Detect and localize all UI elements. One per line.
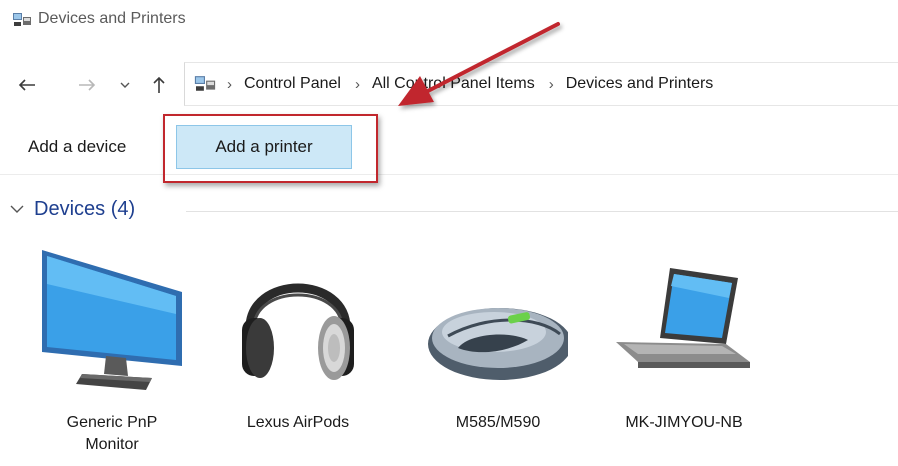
address-bar[interactable]: › Control Panel › All Control Panel Item… (184, 62, 898, 106)
breadcrumb-control-panel[interactable]: Control Panel (244, 75, 341, 93)
headphones-icon (242, 283, 354, 380)
device-item[interactable]: MK-JIMYOU-NB (614, 244, 754, 466)
breadcrumb-separator: › (548, 75, 554, 93)
devices-printers-icon (13, 13, 31, 26)
add-printer-button[interactable]: Add a printer (176, 125, 352, 169)
forward-button[interactable] (74, 74, 100, 96)
group-header-devices[interactable]: Devices (4) (34, 198, 135, 221)
device-item[interactable]: Lexus AirPods (228, 244, 368, 466)
device-label: M585/M590 (455, 414, 541, 431)
arrow-left-icon (18, 79, 35, 91)
recent-locations-button[interactable] (112, 74, 138, 96)
add-device-button[interactable]: Add a device (28, 137, 126, 157)
arrow-right-icon (79, 79, 96, 91)
device-label: Generic PnP Monitor (66, 414, 158, 453)
chevron-down-icon (120, 82, 130, 88)
title-bar: Devices and Printers (0, 0, 898, 40)
back-button[interactable] (14, 74, 40, 96)
breadcrumb-devices-printers[interactable]: Devices and Printers (566, 75, 714, 93)
device-label: Lexus AirPods (246, 414, 350, 431)
laptop-icon (616, 268, 750, 368)
device-label: MK-JIMYOU-NB (625, 414, 743, 431)
breadcrumb-all-items[interactable]: All Control Panel Items (372, 75, 535, 93)
mouse-icon (428, 308, 568, 380)
up-button[interactable] (146, 74, 172, 96)
window-title: Devices and Printers (38, 10, 186, 27)
monitor-icon (42, 250, 182, 390)
breadcrumb-separator: › (227, 75, 232, 93)
chevron-down-icon[interactable] (8, 200, 26, 218)
breadcrumb-separator: › (354, 75, 360, 93)
command-bar (0, 119, 898, 175)
group-divider (186, 211, 898, 212)
add-printer-label: Add a printer (215, 137, 313, 156)
devices-printers-icon (194, 76, 216, 91)
device-item[interactable]: M585/M590 (428, 244, 568, 466)
device-item[interactable]: Generic PnP Monitor (42, 244, 182, 466)
arrow-up-icon (153, 76, 165, 93)
